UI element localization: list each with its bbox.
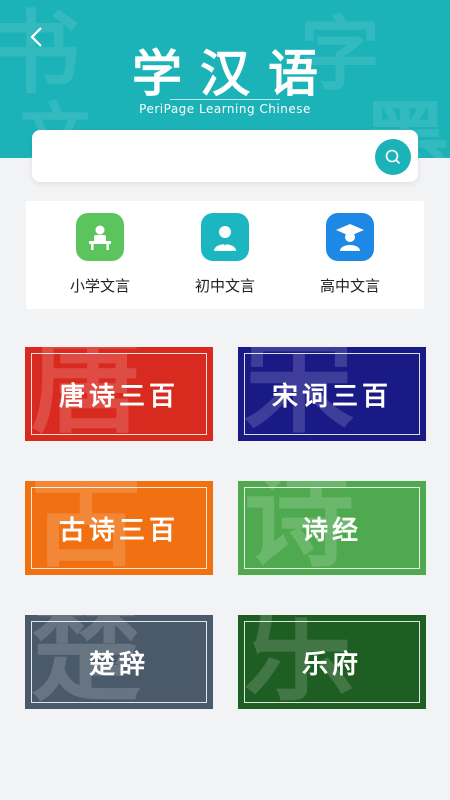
card-label: 宋词三百 <box>271 381 392 412</box>
search-bar <box>32 130 418 182</box>
search-icon <box>385 149 401 165</box>
level-label: 初中文言 <box>194 277 255 295</box>
student-desk-icon <box>76 213 124 261</box>
card-chuci[interactable]: 楚 楚辞 <box>25 615 213 709</box>
level-primary[interactable]: 小学文言 <box>34 213 166 303</box>
card-shijing[interactable]: 诗 诗经 <box>238 481 426 575</box>
card-song-ci[interactable]: 宋 宋词三百 <box>238 347 426 441</box>
search-input[interactable] <box>44 140 368 174</box>
card-label: 古诗三百 <box>58 515 179 546</box>
card-label: 楚辞 <box>88 649 149 680</box>
card-label: 乐府 <box>301 649 362 680</box>
card-tang-poems[interactable]: 唐 唐诗三百 <box>25 347 213 441</box>
student-avatar-icon <box>201 213 249 261</box>
level-senior[interactable]: 高中文言 <box>284 213 416 303</box>
level-label: 高中文言 <box>319 277 380 295</box>
card-yuefu[interactable]: 乐 乐府 <box>238 615 426 709</box>
page-title: 学汉语 <box>132 44 336 103</box>
page-subtitle: PeriPage Learning Chinese <box>139 102 311 116</box>
level-label: 小学文言 <box>69 277 130 295</box>
level-junior[interactable]: 初中文言 <box>159 213 291 303</box>
search-button[interactable] <box>375 139 411 175</box>
level-selector: 小学文言 初中文言 高中文言 <box>26 201 424 309</box>
subtitle-divider <box>170 99 280 100</box>
card-ancient-poems[interactable]: 古 古诗三百 <box>25 481 213 575</box>
graduate-cap-icon <box>326 213 374 261</box>
card-label: 唐诗三百 <box>58 381 179 412</box>
card-label: 诗经 <box>301 515 362 546</box>
